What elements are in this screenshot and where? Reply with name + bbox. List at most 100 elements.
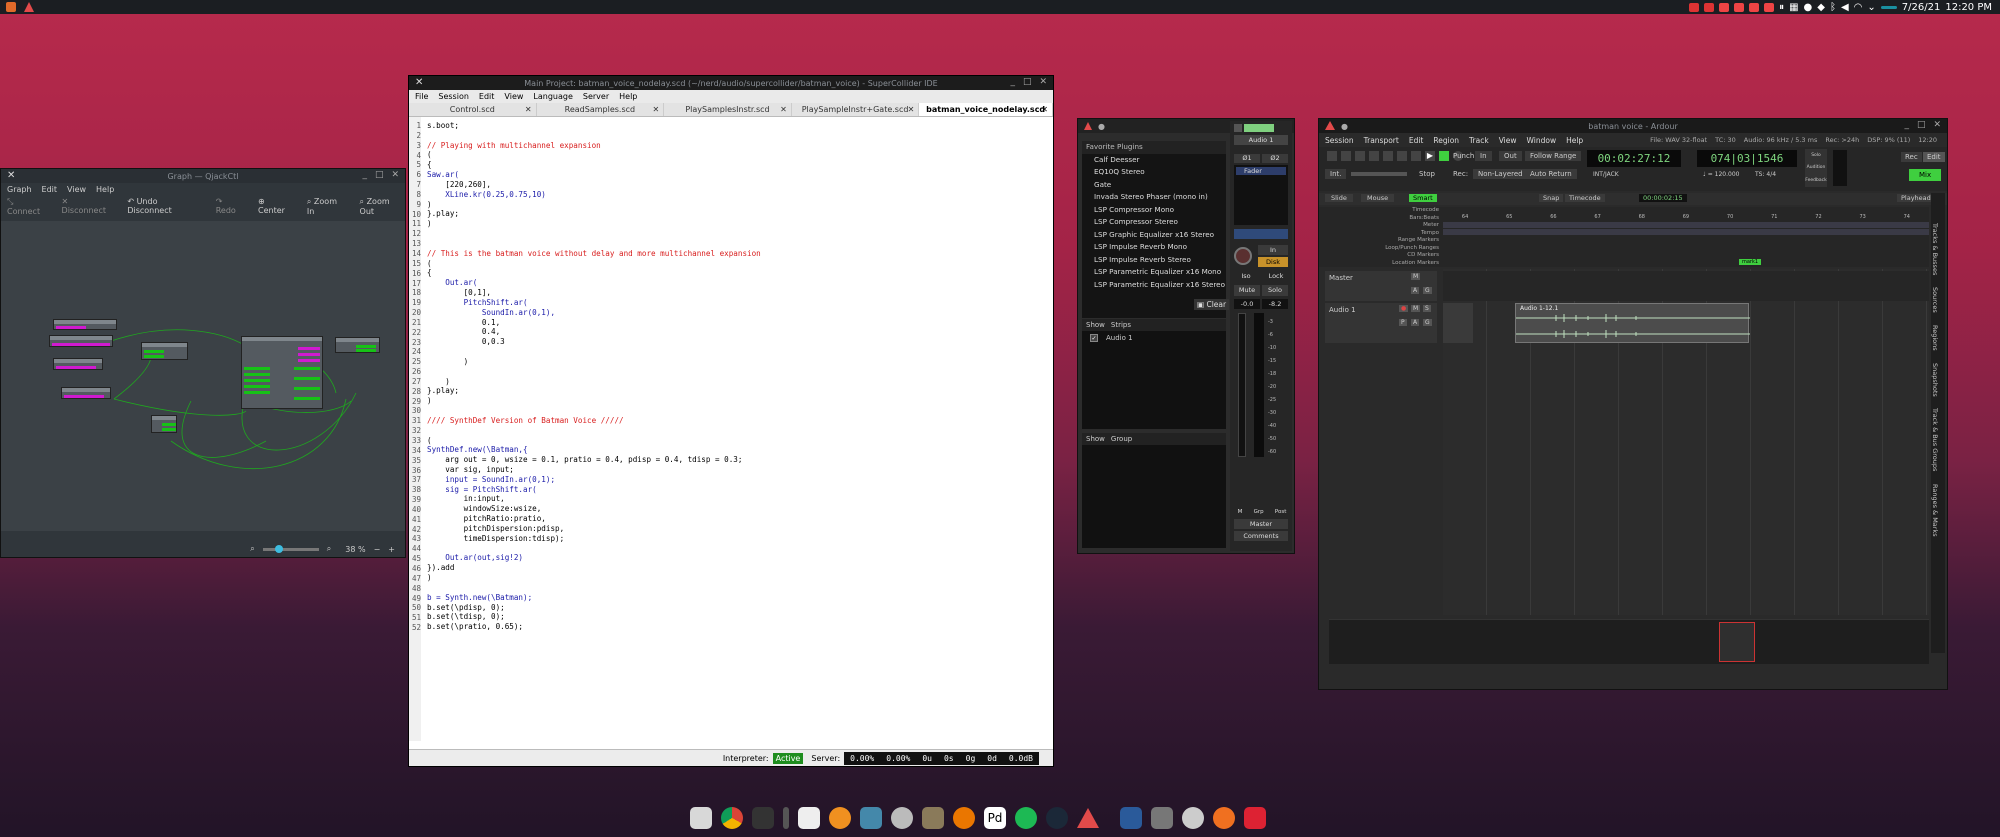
comments-button[interactable]: Comments bbox=[1234, 531, 1288, 541]
tab-ranges-marks[interactable]: Ranges & Marks bbox=[1931, 484, 1939, 537]
code-line[interactable]: pitchRatio:pratio, bbox=[427, 514, 1047, 524]
rec-arm-button[interactable] bbox=[1234, 247, 1252, 265]
code-line[interactable]: PitchShift.ar( bbox=[427, 298, 1047, 308]
menu-view[interactable]: View bbox=[1499, 136, 1517, 145]
code-line[interactable]: b.set(\tdisp, 0); bbox=[427, 612, 1047, 622]
pause-app-icon[interactable] bbox=[1213, 807, 1235, 829]
code-line[interactable]: ) bbox=[427, 377, 1047, 387]
app-icon[interactable]: ✕ bbox=[415, 77, 423, 88]
audition-indicator[interactable]: Audition bbox=[1807, 165, 1826, 170]
menu-help[interactable]: Help bbox=[619, 92, 637, 101]
gain-fader[interactable] bbox=[1238, 313, 1246, 457]
menu-file[interactable]: File bbox=[415, 92, 428, 101]
network-manager-icon[interactable] bbox=[1151, 807, 1173, 829]
zoom-increase-button[interactable]: + bbox=[388, 545, 395, 554]
terminal-icon[interactable] bbox=[752, 807, 774, 829]
tempo-display[interactable]: ♩ = 120.000 bbox=[1703, 171, 1739, 178]
menu-help[interactable]: Help bbox=[1566, 136, 1583, 145]
close-tab-icon[interactable]: ✕ bbox=[525, 105, 532, 114]
code-line[interactable]: [220,260], bbox=[427, 180, 1047, 190]
maximize-icon[interactable]: □ bbox=[1917, 120, 1926, 130]
tray-app-icon[interactable] bbox=[1764, 2, 1775, 12]
plugin-item[interactable]: LSP Compressor Mono bbox=[1082, 204, 1226, 217]
graph-node[interactable] bbox=[53, 319, 117, 330]
server-status[interactable]: 0.00% 0.00% 0u 0s 0g 0d 0.0dB bbox=[844, 751, 1039, 765]
monitor-input-button[interactable]: In bbox=[1258, 245, 1288, 255]
minimize-icon[interactable]: _ bbox=[1010, 77, 1015, 87]
goto-end-icon[interactable] bbox=[1383, 151, 1393, 161]
trash-icon[interactable] bbox=[1244, 807, 1266, 829]
notifications-icon[interactable]: ● bbox=[1804, 2, 1813, 13]
graph-canvas[interactable] bbox=[1, 221, 405, 531]
center-button[interactable]: ⊕ Center bbox=[258, 197, 293, 215]
tab-playsamplesinstr[interactable]: PlaySamplesInstr.scd ✕ bbox=[664, 103, 792, 116]
tray-app-icon[interactable] bbox=[1749, 2, 1760, 12]
spotify-icon[interactable] bbox=[1015, 807, 1037, 829]
zoom-level[interactable]: 38 % bbox=[345, 545, 365, 554]
media-control-icon[interactable]: ⏸ bbox=[1779, 2, 1784, 13]
track-header-audio1[interactable]: Audio 1 ● M S P A G bbox=[1325, 303, 1437, 343]
rec-mode-dropdown[interactable]: Non-Layered bbox=[1473, 169, 1528, 179]
close-tab-icon[interactable]: ✕ bbox=[1041, 105, 1048, 114]
isolate-button[interactable]: Iso bbox=[1232, 271, 1260, 281]
minimize-icon[interactable]: _ bbox=[362, 170, 367, 180]
code-line[interactable] bbox=[427, 347, 1047, 357]
menu-edit[interactable]: Edit bbox=[479, 92, 495, 101]
smart-mode-button[interactable]: Smart bbox=[1409, 194, 1437, 202]
pd-icon[interactable]: Pd bbox=[984, 807, 1006, 829]
code-editor[interactable]: 1 2 3 4 5 6 7 8 9 10 11 12 13 14 15 16 17 18 19 20 21 22 23 24 2… bbox=[409, 117, 1053, 741]
shuttle-slider[interactable] bbox=[1351, 172, 1407, 176]
plugin-item[interactable]: Calf Deesser bbox=[1082, 154, 1226, 167]
input-button[interactable] bbox=[1244, 124, 1274, 132]
tab-snapshots[interactable]: Snapshots bbox=[1931, 363, 1939, 397]
audio-region[interactable]: Audio 1-12.1 bbox=[1515, 303, 1750, 343]
auto-return-button[interactable]: Auto Return bbox=[1525, 169, 1577, 179]
code-line[interactable]: }.play; bbox=[427, 386, 1047, 396]
tray-app-icon[interactable] bbox=[1704, 2, 1715, 12]
favorite-plugins-list[interactable]: Favorite Plugins Calf Deesser EQ10Q Ster… bbox=[1082, 141, 1226, 318]
menu-server[interactable]: Server bbox=[583, 92, 609, 101]
code-line[interactable]: s.boot; bbox=[427, 121, 1047, 131]
code-line[interactable]: }.play; bbox=[427, 209, 1047, 219]
stop-icon[interactable] bbox=[1439, 151, 1449, 161]
code-line[interactable] bbox=[427, 544, 1047, 554]
rewind-icon[interactable] bbox=[1355, 151, 1365, 161]
code-line[interactable]: Saw.ar( bbox=[427, 170, 1047, 180]
code-line[interactable] bbox=[427, 426, 1047, 436]
qjackctl-titlebar[interactable]: ✕ Graph — QjackCtl _ □ ✕ bbox=[1, 169, 405, 183]
pin-icon[interactable]: ● bbox=[1098, 122, 1105, 131]
solo-button[interactable]: S bbox=[1423, 305, 1431, 312]
play-icon[interactable]: ▶ bbox=[1425, 151, 1435, 161]
graph-node[interactable] bbox=[49, 335, 113, 347]
code-line[interactable]: timeDispersion:tdisp); bbox=[427, 534, 1047, 544]
ardour-icon[interactable] bbox=[24, 2, 34, 12]
code-line[interactable]: ) bbox=[427, 357, 1047, 367]
fader-processor[interactable]: Fader bbox=[1236, 167, 1286, 175]
plugin-item[interactable]: LSP Graphic Equalizer x16 Stereo bbox=[1082, 229, 1226, 242]
redo-button[interactable]: ↷ Redo bbox=[216, 197, 244, 215]
code-line[interactable] bbox=[427, 229, 1047, 239]
bars-ruler[interactable]: 64 65 66 67 68 69 70 71 72 73 74 bbox=[1443, 214, 1929, 222]
group-button[interactable]: G bbox=[1423, 319, 1432, 326]
edit-button[interactable]: Edit bbox=[1923, 152, 1945, 162]
ripple-mode-dropdown[interactable]: Mouse bbox=[1361, 194, 1395, 202]
grid-type-dropdown[interactable]: Timecode bbox=[1565, 194, 1605, 202]
code-line[interactable]: arg out = 0, wsize = 0.1, pratio = 0.4, … bbox=[427, 455, 1047, 465]
plugin-item[interactable]: LSP Impulse Reverb Stereo bbox=[1082, 254, 1226, 267]
processor-box[interactable]: Fader bbox=[1234, 165, 1288, 225]
secondary-clock[interactable]: 074|03|1546 bbox=[1697, 150, 1797, 167]
goto-start-icon[interactable] bbox=[1341, 151, 1351, 161]
wifi-icon[interactable]: ◠ bbox=[1854, 2, 1863, 13]
network-icon[interactable]: ◆ bbox=[1817, 2, 1825, 13]
menu-language[interactable]: Language bbox=[533, 92, 572, 101]
master-lane[interactable] bbox=[1443, 271, 1929, 301]
gain-display[interactable]: -0.0 bbox=[1234, 299, 1260, 309]
code-line[interactable]: [0,1], bbox=[427, 288, 1047, 298]
automation-button[interactable]: A bbox=[1411, 287, 1420, 294]
fast-forward-icon[interactable] bbox=[1369, 151, 1379, 161]
code-line[interactable]: ) bbox=[427, 200, 1047, 210]
primary-clock[interactable]: 00:02:27:12 bbox=[1587, 150, 1681, 167]
strip-visible-checkbox[interactable]: ✓ bbox=[1090, 334, 1098, 342]
color-picker-icon[interactable] bbox=[891, 807, 913, 829]
plugin-item[interactable]: LSP Compressor Stereo bbox=[1082, 216, 1226, 229]
